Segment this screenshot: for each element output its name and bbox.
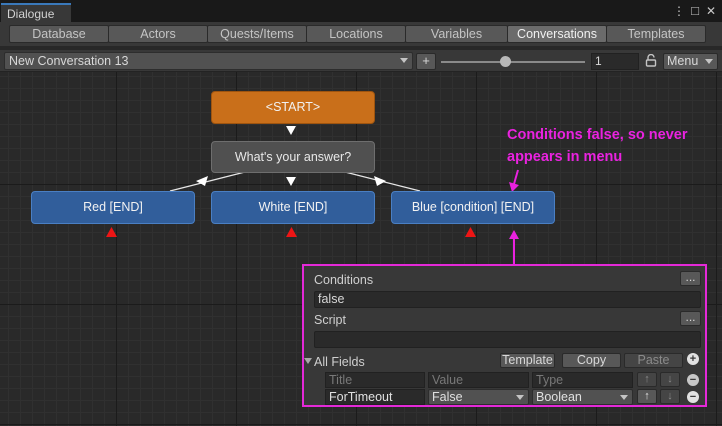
- foldout-triangle-icon[interactable]: [304, 358, 312, 364]
- annotation-line-2: appears in menu: [507, 149, 623, 165]
- field-header-value: Value: [428, 372, 529, 388]
- field-type-dropdown[interactable]: Boolean: [532, 389, 633, 405]
- script-label: Script: [314, 313, 346, 327]
- move-down-icon: ↓: [660, 389, 680, 404]
- remove-field-icon[interactable]: −: [687, 374, 699, 386]
- script-edit-button[interactable]: ...: [680, 311, 701, 326]
- move-down-disabled-icon: ↓: [660, 372, 680, 387]
- response-node-red[interactable]: Red [END]: [31, 191, 195, 224]
- template-button[interactable]: Template: [500, 353, 555, 368]
- arrow-start-npc: [286, 126, 296, 135]
- field-type-text: Boolean: [536, 390, 582, 404]
- conditions-field[interactable]: false: [314, 291, 701, 308]
- warning-triangle-blue: [465, 227, 476, 237]
- annotation-line-1: Conditions false, so never: [507, 127, 688, 143]
- link-npc-red: [169, 171, 246, 192]
- chevron-down-icon: [620, 395, 628, 400]
- chevron-down-icon: [516, 395, 524, 400]
- warning-triangle-white: [286, 227, 297, 237]
- move-up-icon[interactable]: ↑: [637, 389, 657, 404]
- panel-pointer-arrowhead: [509, 230, 519, 239]
- all-fields-label[interactable]: All Fields: [314, 355, 365, 369]
- script-field[interactable]: [314, 331, 701, 348]
- remove-field-row-icon[interactable]: −: [687, 391, 699, 403]
- field-header-type: Type: [532, 372, 633, 388]
- field-value-text: False: [432, 390, 463, 404]
- field-value-dropdown[interactable]: False: [428, 389, 529, 405]
- conditions-label: Conditions: [314, 273, 374, 287]
- warning-triangle-red: [106, 227, 117, 237]
- arrow-npc-white: [286, 177, 296, 186]
- paste-button[interactable]: Paste: [624, 353, 683, 368]
- start-node[interactable]: <START>: [211, 91, 375, 124]
- annotation-arrow-line: [513, 169, 519, 185]
- conditions-edit-button[interactable]: ...: [680, 271, 701, 286]
- field-title-input[interactable]: ForTimeout: [325, 389, 425, 405]
- copy-button[interactable]: Copy: [562, 353, 621, 368]
- response-node-blue[interactable]: Blue [condition] [END]: [391, 191, 555, 224]
- response-node-white[interactable]: White [END]: [211, 191, 375, 224]
- arrow-npc-blue: [374, 176, 386, 186]
- npc-node[interactable]: What's your answer?: [211, 141, 375, 173]
- move-up-disabled-icon: ↑: [637, 372, 657, 387]
- inspector-panel: Conditions ... false Script ... All Fiel…: [302, 264, 707, 407]
- add-field-icon[interactable]: +: [687, 353, 699, 365]
- field-header-title: Title: [325, 372, 425, 388]
